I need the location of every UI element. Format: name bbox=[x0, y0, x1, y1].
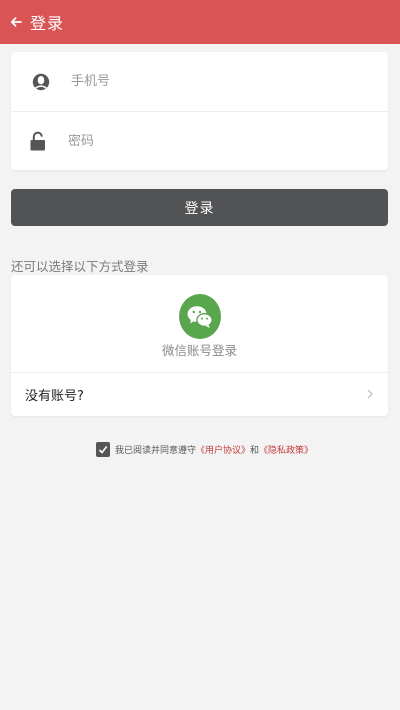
wechat-icon bbox=[178, 294, 221, 339]
back-button[interactable] bbox=[0, 0, 32, 44]
wechat-login-button[interactable]: 微信账号登录 bbox=[11, 275, 388, 372]
user-icon bbox=[11, 72, 71, 92]
page-title: 登录 bbox=[30, 14, 65, 33]
register-link[interactable]: 没有账号? bbox=[11, 372, 388, 416]
app-header: 登录 bbox=[0, 0, 400, 44]
checkmark-icon bbox=[98, 446, 108, 454]
chevron-right-icon bbox=[367, 389, 373, 399]
login-form bbox=[11, 52, 388, 170]
password-row bbox=[11, 111, 388, 170]
arrow-left-icon bbox=[10, 17, 22, 27]
agreement-checkbox[interactable] bbox=[96, 442, 110, 457]
login-button[interactable]: 登录 bbox=[11, 189, 388, 226]
phone-input[interactable] bbox=[71, 74, 331, 89]
agreement-row: 我已阅读并同意遵守 《用户协议》 和 《隐私政策》 bbox=[96, 442, 313, 457]
unlock-icon bbox=[8, 131, 68, 151]
privacy-policy-link[interactable]: 《隐私政策》 bbox=[259, 443, 313, 456]
wechat-login-label: 微信账号登录 bbox=[161, 343, 237, 358]
agreement-text: 我已阅读并同意遵守 bbox=[115, 446, 197, 456]
phone-row bbox=[11, 52, 388, 111]
alt-login-card: 微信账号登录 没有账号? bbox=[11, 275, 388, 416]
no-account-label: 没有账号? bbox=[25, 389, 84, 404]
agreement-and: 和 bbox=[250, 446, 260, 456]
alt-login-label: 还可以选择以下方式登录 bbox=[11, 259, 149, 274]
user-agreement-link[interactable]: 《用户协议》 bbox=[196, 443, 250, 456]
password-input[interactable] bbox=[68, 133, 328, 149]
